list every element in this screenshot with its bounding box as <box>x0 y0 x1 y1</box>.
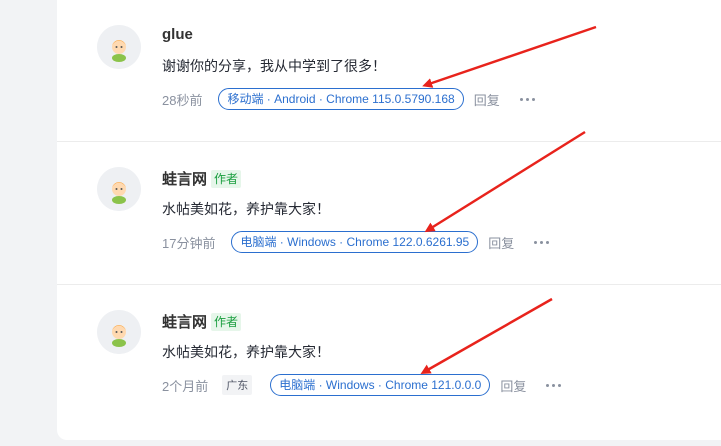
name-row: 蛙言网 作者 <box>162 311 242 332</box>
more-dots-icon[interactable] <box>534 240 550 244</box>
name-row: glue <box>162 26 193 43</box>
comment-item: 蛙言网 作者 水帖美如花，养护靠大家！ 2个月前 广东 电脑端 · Window… <box>57 285 721 440</box>
comment-time: 17分钟前 <box>162 235 216 251</box>
user-avatar[interactable] <box>97 167 141 211</box>
comment-meta: 17分钟前 电脑端 · Windows · Chrome 122.0.6261.… <box>162 231 550 253</box>
cartoon-avatar-icon <box>97 25 141 69</box>
comment-list: glue 谢谢你的分享，我从中学到了很多！ 28秒前 移动端 · Android… <box>57 0 721 440</box>
author-tag: 作者 <box>211 312 242 331</box>
device-badge: 电脑端 · Windows · Chrome 122.0.6261.95 <box>231 231 479 253</box>
comment-content: 水帖美如花，养护靠大家！ <box>162 344 330 360</box>
comment-item: 蛙言网 作者 水帖美如花，养护靠大家！ 17分钟前 电脑端 · Windows … <box>57 142 721 285</box>
comment-time: 28秒前 <box>162 92 203 108</box>
user-avatar[interactable] <box>97 310 141 354</box>
location-tag: 广东 <box>222 375 253 395</box>
author-tag: 作者 <box>211 169 242 188</box>
user-avatar[interactable] <box>97 25 141 69</box>
more-dots-icon[interactable] <box>519 97 535 101</box>
name-row: 蛙言网 作者 <box>162 168 242 189</box>
comment-item: glue 谢谢你的分享，我从中学到了很多！ 28秒前 移动端 · Android… <box>57 0 721 142</box>
cartoon-avatar-icon <box>97 310 141 354</box>
device-badge: 移动端 · Android · Chrome 115.0.5790.168 <box>218 88 464 110</box>
username[interactable]: 蛙言网 <box>162 168 207 189</box>
reply-button[interactable]: 回复 <box>488 233 514 252</box>
device-badge: 电脑端 · Windows · Chrome 121.0.0.0 <box>270 374 491 396</box>
comment-content: 谢谢你的分享，我从中学到了很多！ <box>162 58 386 74</box>
reply-button[interactable]: 回复 <box>500 376 526 395</box>
comment-meta: 28秒前 移动端 · Android · Chrome 115.0.5790.1… <box>162 88 535 110</box>
username[interactable]: glue <box>162 26 193 43</box>
cartoon-avatar-icon <box>97 167 141 211</box>
comment-meta: 2个月前 广东 电脑端 · Windows · Chrome 121.0.0.0… <box>162 374 562 396</box>
more-dots-icon[interactable] <box>546 383 562 387</box>
comment-content: 水帖美如花，养护靠大家！ <box>162 201 330 217</box>
comment-time: 2个月前 <box>162 378 209 394</box>
username[interactable]: 蛙言网 <box>162 311 207 332</box>
reply-button[interactable]: 回复 <box>474 90 500 109</box>
